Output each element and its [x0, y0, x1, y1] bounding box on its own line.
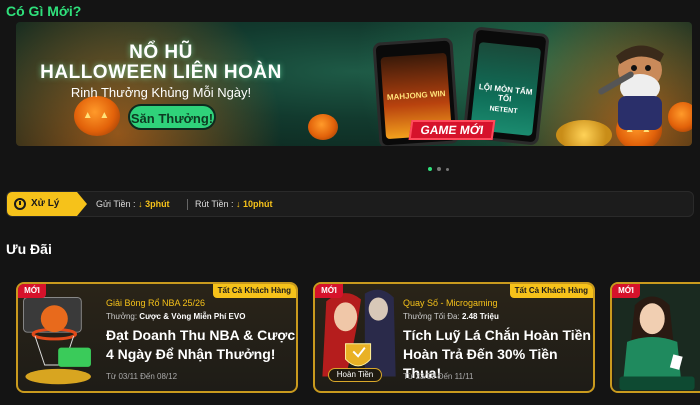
dealer-woman-illustration — [613, 284, 700, 391]
promo-banner[interactable]: ▲ ▲ ▲ ▲ NỔ HŨ HALLOWEEN LIÊN HOÀN Rinh T… — [16, 22, 692, 146]
banner-dot[interactable] — [446, 168, 449, 171]
whats-new-title: Có Gì Mới? — [6, 3, 82, 19]
banner-title-line1: NỔ HŨ — [129, 42, 193, 63]
banner-dot[interactable] — [428, 167, 432, 171]
banner-subtitle: Rinh Thưởng Khủng Mỗi Ngày! — [70, 85, 252, 100]
divider — [187, 199, 188, 210]
pirate-character-illustration — [598, 45, 664, 130]
promo-category: Giải Bóng Rổ NBA 25/26 — [106, 298, 206, 308]
basketball-hoop-illustration — [22, 297, 91, 385]
promo-category: Quay Số - Microgaming — [403, 298, 498, 308]
new-badge: MỚI — [315, 284, 343, 298]
cashback-label: Hoàn Tiền — [328, 368, 382, 382]
pumpkin-icon: ▲ ▲ — [74, 96, 120, 136]
withdraw-time: Rút Tiền : ↓ 10phút — [195, 192, 273, 216]
promo-reward-label: Thưởng Tối Đa: — [403, 312, 460, 321]
promo-reward: Thưởng Tối Đa: 2.48 Triệu — [403, 312, 499, 321]
pumpkin-icon — [308, 114, 338, 140]
promo-card[interactable]: MỚI — [610, 282, 700, 393]
promo-headline-line2: 4 Ngày Để Nhận Thưởng! — [106, 346, 276, 362]
deposit-value: ↓ 3phút — [138, 199, 170, 209]
promotions-title: Ưu Đãi — [6, 241, 52, 257]
phone-right-sublabel: NETENT — [489, 105, 518, 116]
banner-dot[interactable] — [437, 167, 441, 171]
promotions-pagination — [428, 400, 455, 404]
banner-pagination — [428, 158, 454, 171]
processing-tag-label: Xử Lý — [31, 198, 60, 209]
phone-right-label: LỘI MÒN TẤM TỐI — [478, 82, 533, 104]
promo-reward-value: Cược & Vòng Miễn Phí EVO — [139, 312, 246, 321]
banner-cta-button[interactable]: Săn Thưởng! — [128, 104, 216, 130]
promo-card[interactable]: MỚI Tất Cả Khách Hàng Giải Bóng Rổ NBA 2… — [16, 282, 298, 393]
withdraw-label: Rút Tiền : — [195, 199, 234, 209]
promo-headline-line1: Tích Luỹ Lá Chắn Hoàn Tiền — [403, 327, 591, 343]
processing-tag: Xử Lý — [7, 192, 87, 216]
promo-reward: Thưởng: Cược & Vòng Miễn Phí EVO — [106, 312, 245, 321]
banner-title-line2: HALLOWEEN LIÊN HOÀN — [40, 62, 282, 83]
deposit-label: Gửi Tiền : — [96, 199, 136, 209]
processing-time-bar: Xử Lý Gửi Tiền : ↓ 3phút Rút Tiền : ↓ 10… — [6, 191, 694, 217]
audience-badge: Tất Cả Khách Hàng — [509, 284, 593, 298]
deposit-time: Gửi Tiền : ↓ 3phút — [96, 192, 170, 216]
audience-badge: Tất Cả Khách Hàng — [212, 284, 296, 298]
promo-reward-label: Thưởng: — [106, 312, 138, 321]
new-game-badge: GAME MỚI — [408, 120, 496, 140]
new-badge: MỚI — [612, 284, 640, 298]
promo-date: Từ 23/10 Đến 11/11 — [403, 372, 474, 381]
withdraw-value: ↓ 10phút — [236, 199, 273, 209]
promo-date: Từ 03/11 Đến 08/12 — [106, 372, 178, 381]
new-badge: MỚI — [18, 284, 46, 298]
promo-reward-value: 2.48 Triệu — [461, 312, 499, 321]
phone-left-label: MAHJONG WIN — [386, 88, 446, 103]
promo-headline-line1: Đạt Doanh Thu NBA & Cược — [106, 327, 296, 343]
alarm-clock-icon — [14, 198, 26, 210]
